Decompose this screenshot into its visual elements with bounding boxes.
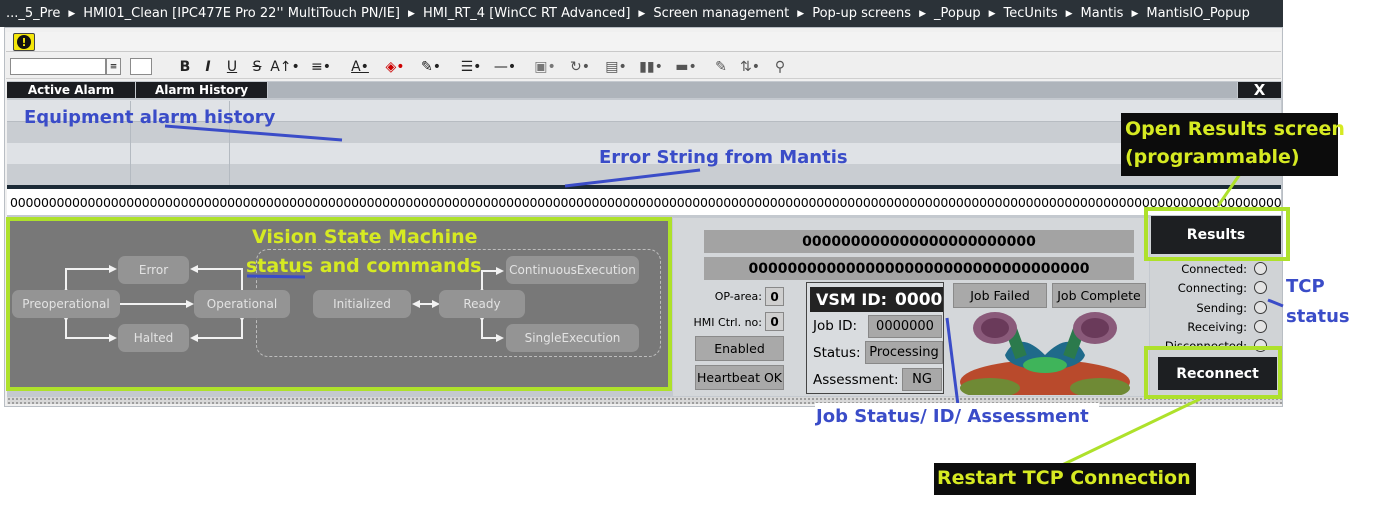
annotation-vsm-commands: and commands	[313, 255, 482, 277]
annotation-equipment-alarm-history: Equipment alarm history	[24, 107, 276, 128]
annotation-vsm-line2: status and commands	[246, 255, 482, 277]
line-alarm-history	[164, 124, 343, 142]
annotation-restart-tcp: Restart TCP Connection	[937, 467, 1191, 489]
annotation-vsm-status: status	[246, 255, 314, 277]
annotation-lines	[164, 124, 1284, 468]
annotation-tcp-1: TCP	[1286, 276, 1325, 297]
line-job-status	[945, 317, 960, 406]
annotation-job-status: Job Status/ ID/ Assessment	[816, 406, 1089, 427]
annotation-error-string: Error String from Mantis	[599, 147, 848, 168]
line-tcp-status	[1267, 298, 1284, 308]
annotation-open-results-2: (programmable)	[1125, 146, 1300, 168]
annotation-open-results-1: Open Results screen	[1125, 118, 1345, 140]
annotation-vsm-line1: Vision State Machine	[252, 226, 478, 248]
line-results	[1216, 173, 1242, 207]
annotation-tcp-2: status	[1286, 306, 1350, 327]
line-error-string	[564, 168, 701, 188]
